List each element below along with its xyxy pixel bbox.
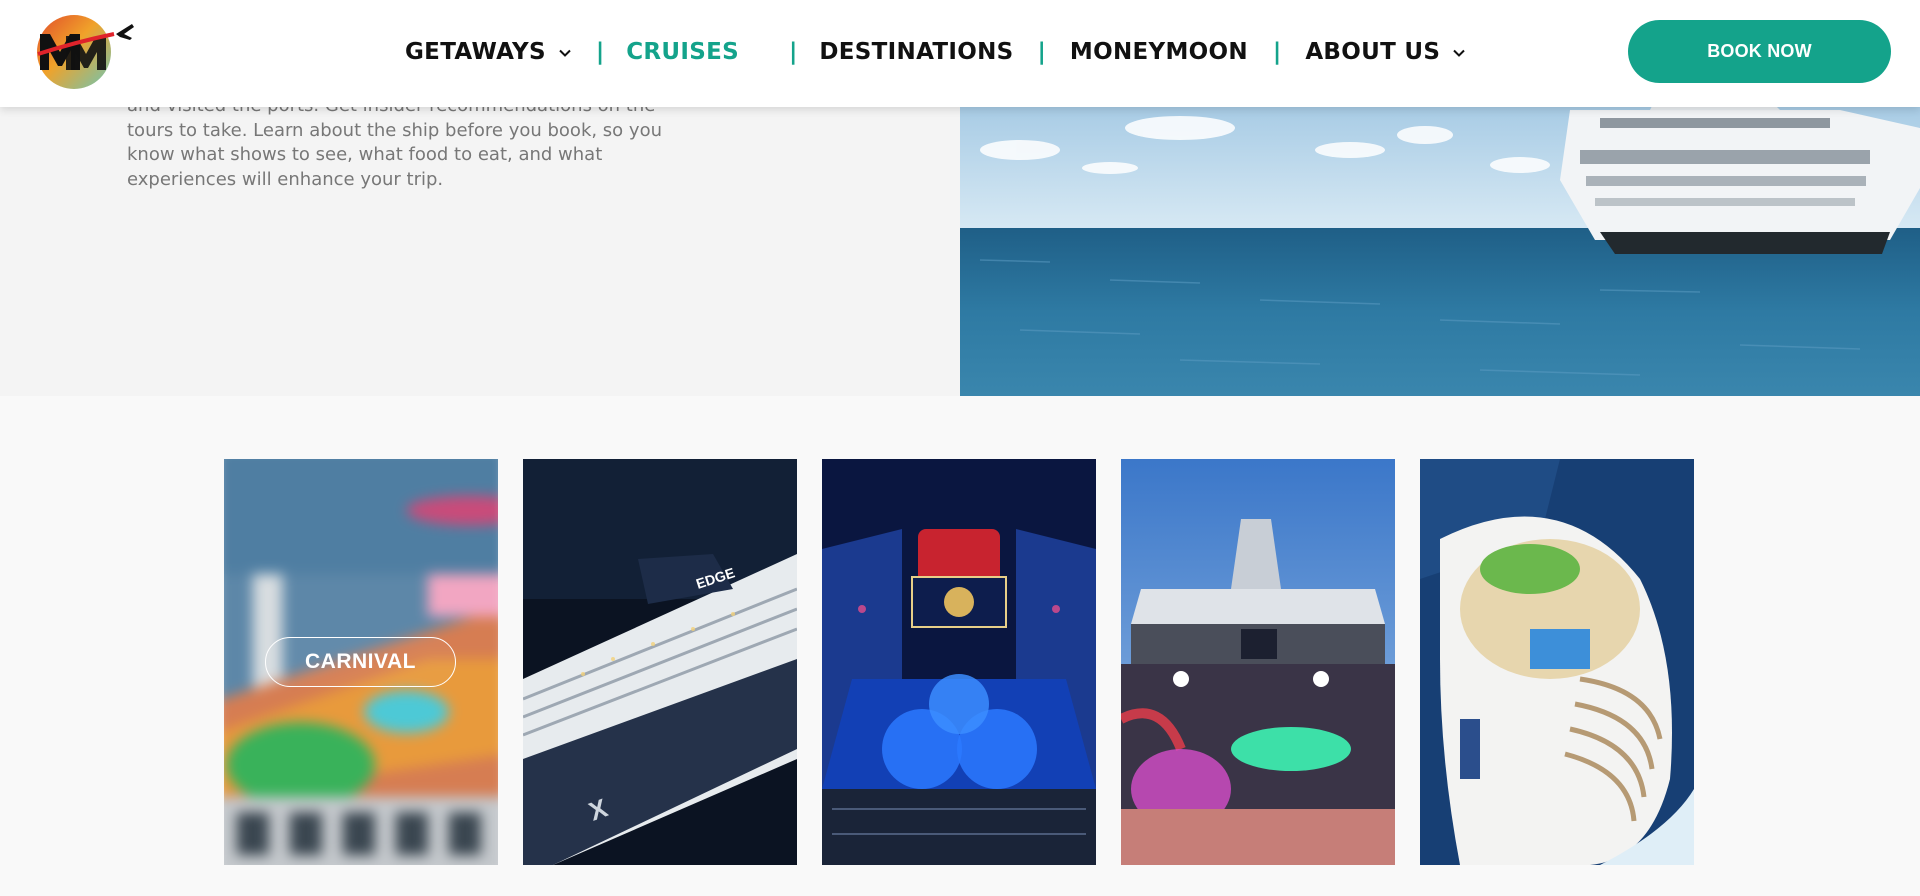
mm-travel-logo-icon[interactable] [36, 12, 136, 92]
royal-caribbean-deck-image [1121, 459, 1395, 865]
nav-cruises-label: CRUISES [626, 39, 739, 65]
nav-destinations-label: DESTINATIONS [819, 39, 1014, 65]
nav-separator: | [1272, 39, 1282, 65]
main-nav: GETAWAYS | CRUISES | DESTINATIONS | MONE… [405, 0, 1466, 104]
cruise-card-royal-caribbean-stern[interactable] [1420, 459, 1694, 865]
nav-getaways[interactable]: GETAWAYS [405, 39, 572, 65]
chevron-down-icon [1453, 49, 1465, 57]
nav-separator: | [789, 39, 798, 65]
nav-cruises[interactable]: CRUISES [626, 39, 739, 65]
celebrity-edge-ship-image: EDGE X [523, 459, 797, 865]
nav-getaways-label: GETAWAYS [405, 39, 546, 65]
royal-caribbean-ship-stern-image [1420, 459, 1694, 865]
disney-ship-pool-deck-image [822, 459, 1096, 865]
cruise-card-royal-caribbean-deck[interactable] [1121, 459, 1395, 865]
site-header: GETAWAYS | CRUISES | DESTINATIONS | MONE… [0, 0, 1920, 107]
cruise-lines-gallery: CARNIVAL EDGE X [224, 459, 1694, 865]
nav-about-us-label: ABOUT US [1305, 39, 1441, 65]
nav-destinations[interactable]: DESTINATIONS [819, 39, 1013, 65]
nav-separator: | [595, 39, 605, 65]
hero-description: and visited the ports. Get insider recom… [127, 95, 662, 190]
nav-moneymoon-label: MONEYMOON [1069, 39, 1248, 65]
nav-about-us[interactable]: ABOUT US [1305, 39, 1466, 65]
cruise-card-celebrity[interactable]: EDGE X [523, 459, 797, 865]
book-now-button[interactable]: BOOK NOW [1628, 20, 1891, 83]
cruise-card-disney[interactable] [822, 459, 1096, 865]
cruise-card-carnival[interactable]: CARNIVAL [224, 459, 498, 865]
chevron-down-icon [559, 49, 571, 57]
cruise-card-label[interactable]: CARNIVAL [265, 637, 456, 687]
nav-separator: | [1037, 39, 1046, 65]
nav-moneymoon[interactable]: MONEYMOON [1070, 39, 1248, 65]
